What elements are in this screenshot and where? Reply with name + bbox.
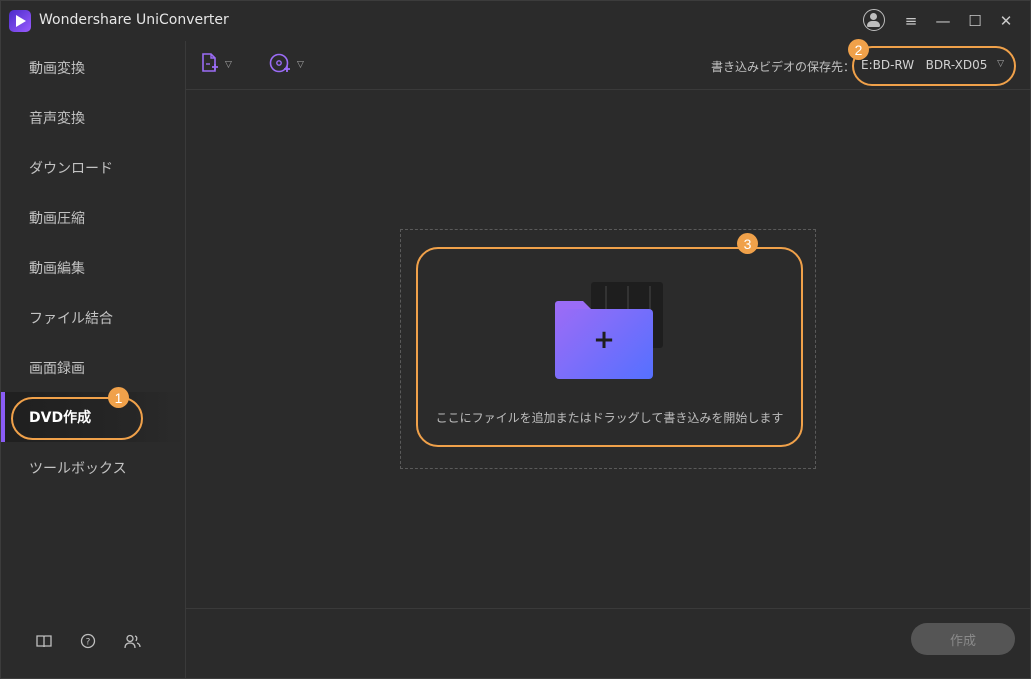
chevron-down-icon: ▽ [225,60,232,70]
add-file-button[interactable]: ▽ [200,53,232,77]
sidebar-item-video-convert[interactable]: 動画変換 [1,43,185,93]
sidebar-item-dvd-burn[interactable]: DVD作成 [1,392,185,442]
drive-select[interactable]: E:BD-RW BDR-XD05 ▽ [853,49,1014,81]
book-icon[interactable] [35,632,53,650]
help-icon[interactable]: ? [79,632,97,650]
app-logo-icon [9,10,31,32]
svg-text:?: ? [86,638,91,648]
sidebar-item-screen-record[interactable]: 画面録画 [1,343,185,393]
create-button[interactable]: 作成 [911,623,1015,655]
sidebar-item-download[interactable]: ダウンロード [1,143,185,193]
sidebar-item-edit[interactable]: 動画編集 [1,243,185,293]
footer-bar: 作成 [186,608,1030,679]
chevron-down-icon: ▽ [297,60,304,70]
file-drop-zone[interactable]: + ここにファイルを追加またはドラッグして書き込みを開始します [416,247,803,447]
drop-zone-hint: ここにファイルを追加またはドラッグして書き込みを開始します [435,411,784,425]
add-disc-icon [268,52,292,78]
add-disc-button[interactable]: ▽ [268,53,304,77]
annotation-badge-2: 2 [848,39,869,60]
app-title: Wondershare UniConverter [39,12,229,28]
maximize-button[interactable]: ☐ [962,9,988,33]
annotation-badge-1: 1 [108,387,129,408]
close-button[interactable]: ✕ [993,9,1019,33]
app-window: Wondershare UniConverter ≡ — ☐ ✕ 動画変換 音声… [0,0,1031,679]
plus-icon: + [593,325,615,355]
sidebar-item-toolbox[interactable]: ツールボックス [1,443,185,493]
account-icon[interactable] [863,9,885,31]
sidebar: 動画変換 音声変換 ダウンロード 動画圧縮 動画編集 ファイル結合 画面録画 D… [1,41,186,678]
add-folder-icon: + [555,309,653,379]
sidebar-item-audio-convert[interactable]: 音声変換 [1,93,185,143]
title-bar: Wondershare UniConverter ≡ — ☐ ✕ [1,1,1030,41]
sidebar-item-compress[interactable]: 動画圧縮 [1,193,185,243]
chevron-down-icon: ▽ [997,59,1004,69]
annotation-badge-3: 3 [737,233,758,254]
toolbar: ▽ ▽ 書き込みビデオの保存先： E:BD-RW BDR-XD05 ▽ [186,41,1030,90]
save-destination-label: 書き込みビデオの保存先： [711,60,856,74]
minimize-button[interactable]: — [930,9,956,33]
sidebar-bottom-icons: ? [1,626,185,656]
sidebar-item-merge[interactable]: ファイル結合 [1,293,185,343]
users-icon[interactable] [123,632,141,650]
drive-select-value: E:BD-RW BDR-XD05 [861,58,988,72]
add-file-icon [200,52,220,78]
menu-icon[interactable]: ≡ [898,9,924,33]
